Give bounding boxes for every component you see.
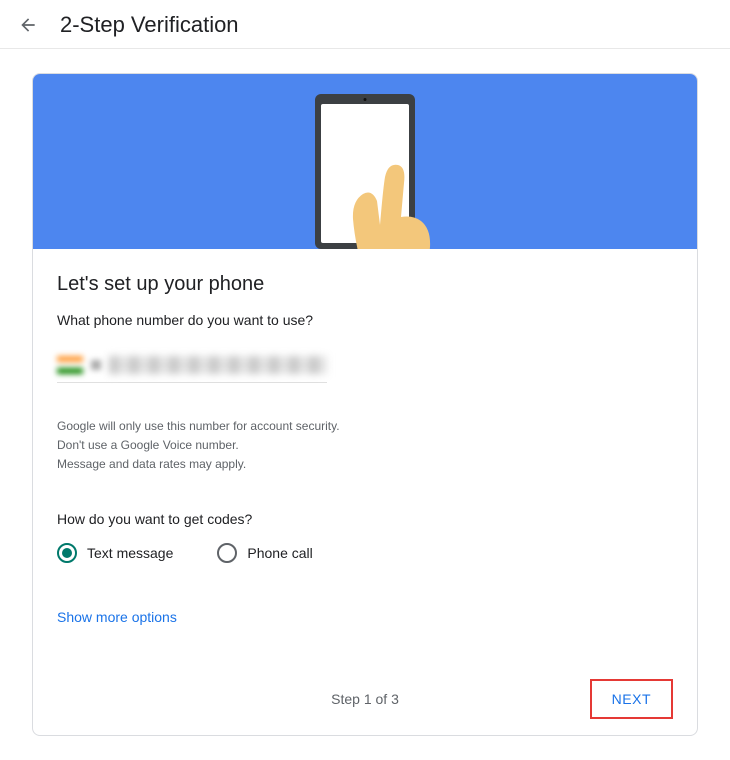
radio-label: Text message xyxy=(87,545,173,561)
next-button[interactable]: NEXT xyxy=(590,679,673,719)
banner-illustration xyxy=(33,74,697,249)
codes-heading: How do you want to get codes? xyxy=(57,511,673,527)
setup-heading: Let's set up your phone xyxy=(57,273,673,296)
card-body: Let's set up your phone What phone numbe… xyxy=(33,249,697,735)
setup-card: Let's set up your phone What phone numbe… xyxy=(32,73,698,736)
input-underline xyxy=(57,382,327,383)
radio-button-icon xyxy=(57,543,77,563)
radio-label: Phone call xyxy=(247,545,312,561)
disclaimer-text: Google will only use this number for acc… xyxy=(57,417,673,475)
disclaimer-line: Message and data rates may apply. xyxy=(57,455,673,474)
page-header: 2-Step Verification xyxy=(0,0,730,49)
radio-group: Text message Phone call xyxy=(57,543,673,563)
country-dropdown-icon[interactable] xyxy=(91,360,101,370)
country-flag-icon[interactable] xyxy=(57,356,83,374)
footer-row: Step 1 of 3 NEXT xyxy=(57,679,673,719)
radio-phone-call[interactable]: Phone call xyxy=(217,543,312,563)
setup-subheading: What phone number do you want to use? xyxy=(57,312,673,328)
disclaimer-line: Google will only use this number for acc… xyxy=(57,417,673,436)
page-title: 2-Step Verification xyxy=(60,12,239,38)
phone-number-field[interactable] xyxy=(109,356,327,374)
radio-text-message[interactable]: Text message xyxy=(57,543,173,563)
radio-button-icon xyxy=(217,543,237,563)
disclaimer-line: Don't use a Google Voice number. xyxy=(57,436,673,455)
show-more-options-link[interactable]: Show more options xyxy=(57,609,177,625)
phone-device-illustration xyxy=(315,94,415,249)
phone-input[interactable] xyxy=(57,356,327,374)
back-arrow-icon[interactable] xyxy=(16,13,40,37)
step-indicator: Step 1 of 3 xyxy=(331,691,399,707)
